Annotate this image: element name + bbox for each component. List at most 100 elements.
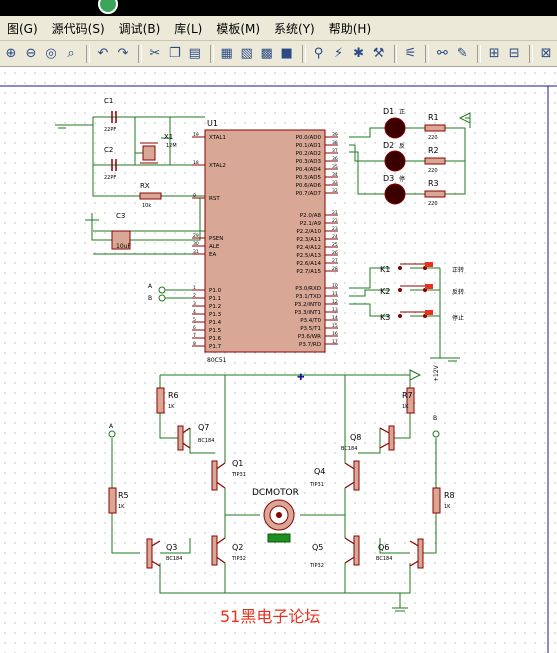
menu-item-source[interactable]: 源代码(S) bbox=[45, 20, 112, 37]
zoom-out-icon[interactable]: ⊖ bbox=[22, 44, 40, 63]
package-tool-icon[interactable]: ✱ bbox=[350, 44, 368, 63]
button-k2[interactable] bbox=[398, 284, 433, 292]
netlist-icon[interactable]: ⊠ bbox=[537, 44, 555, 63]
menu-item-library[interactable]: 库(L) bbox=[167, 20, 209, 37]
u1-pin-name-right: P3.1/TXD bbox=[296, 294, 321, 300]
u1-pin-num-right: 22 bbox=[332, 218, 338, 224]
r3-value: 220 bbox=[428, 201, 438, 207]
u1-pin-name-right: P0.5/AD5 bbox=[296, 175, 322, 181]
d1-note: 正 bbox=[399, 109, 405, 116]
transistor-q6[interactable] bbox=[417, 538, 424, 569]
u1-pin-name-right: P3.2/INT0 bbox=[294, 302, 321, 308]
menu-item-help[interactable]: 帮助(H) bbox=[322, 20, 378, 37]
decompose-icon[interactable]: ⚒ bbox=[370, 44, 388, 63]
button-k1[interactable] bbox=[398, 262, 433, 270]
button-k3[interactable] bbox=[398, 310, 433, 318]
redo-icon[interactable]: ↷ bbox=[114, 44, 132, 63]
transistor-q8[interactable] bbox=[388, 425, 395, 451]
u1-ref: U1 bbox=[207, 119, 218, 128]
undo-icon[interactable]: ↶ bbox=[94, 44, 112, 63]
cut-icon[interactable]: ✂ bbox=[146, 44, 164, 63]
r5-ref: R5 bbox=[118, 491, 129, 500]
watermark-text: 51黑电子论坛 bbox=[220, 607, 320, 626]
remove-sheet-icon[interactable]: ⊟ bbox=[505, 44, 523, 63]
u1-pin-name-right: P2.4/A12 bbox=[296, 245, 321, 251]
net-b-terminal[interactable] bbox=[158, 294, 166, 302]
x1-ref: X1 bbox=[164, 133, 173, 141]
c3-value: 10uF bbox=[116, 243, 131, 250]
net-a-terminal[interactable] bbox=[158, 286, 166, 294]
resistor-rx[interactable] bbox=[139, 192, 162, 200]
toolbar-separator bbox=[393, 44, 398, 63]
resistor-r6[interactable] bbox=[156, 387, 165, 414]
led-d2[interactable] bbox=[384, 150, 406, 172]
u1-pin-num-right: 37 bbox=[332, 148, 338, 154]
transistor-q7[interactable] bbox=[177, 425, 184, 451]
u1-pin-num-right: 28 bbox=[332, 266, 338, 272]
search-icon[interactable]: ⚯ bbox=[433, 44, 451, 63]
resistor-r1[interactable] bbox=[424, 124, 446, 132]
u1-pin-num-right: 16 bbox=[332, 331, 338, 337]
u1-pin-name-right: P0.1/AD1 bbox=[296, 143, 321, 149]
block-rotate-icon[interactable]: ▩ bbox=[258, 44, 276, 63]
u1-pin-name-right: P3.7/RD bbox=[299, 342, 321, 348]
u1-pin-name-right: P0.4/AD4 bbox=[296, 167, 322, 173]
transistor-q5[interactable] bbox=[353, 535, 360, 566]
menu-item-system[interactable]: 系统(Y) bbox=[267, 20, 322, 37]
resistor-r3[interactable] bbox=[424, 190, 446, 198]
d1-ref: D1 bbox=[383, 107, 394, 116]
zoom-in-icon[interactable]: ⊕ bbox=[2, 44, 20, 63]
pick-device-icon[interactable]: ⚲ bbox=[310, 44, 328, 63]
u1-pin-num-left: 3 bbox=[193, 301, 196, 307]
block-move-icon[interactable]: ▧ bbox=[238, 44, 256, 63]
crystal-x1[interactable] bbox=[142, 145, 156, 161]
rx-ref: RX bbox=[140, 182, 150, 190]
make-device-icon[interactable]: ⚡ bbox=[330, 44, 348, 63]
wire-autoroute-icon[interactable]: ⚟ bbox=[401, 44, 419, 63]
toolbar-separator bbox=[86, 44, 90, 63]
u1-pin-name-right: P0.2/AD2 bbox=[296, 151, 321, 157]
r6-ref: R6 bbox=[168, 391, 179, 400]
menu-item-view[interactable]: 图(G) bbox=[0, 20, 45, 37]
r2-value: 220 bbox=[428, 168, 438, 174]
dc-motor[interactable] bbox=[263, 499, 295, 543]
u1-pin-num-left: 18 bbox=[193, 160, 199, 166]
r8-ref: R8 bbox=[444, 491, 455, 500]
u1-pin-name-right: P2.7/A15 bbox=[296, 269, 321, 275]
block-copy-icon[interactable]: ▦ bbox=[218, 44, 236, 63]
u1-pin-num-right: 14 bbox=[332, 315, 338, 321]
c1-value: 22PF bbox=[104, 127, 116, 133]
bridge-b-terminal[interactable] bbox=[432, 430, 440, 438]
rx-value: 10k bbox=[142, 203, 151, 209]
u1-pin-num-right: 21 bbox=[332, 210, 338, 216]
transistor-q4[interactable] bbox=[353, 460, 360, 491]
resistor-r8[interactable] bbox=[432, 487, 441, 514]
led-d1[interactable] bbox=[384, 117, 406, 139]
resistor-r5[interactable] bbox=[108, 487, 117, 514]
menu-item-template[interactable]: 模板(M) bbox=[209, 20, 267, 37]
bridge-a-terminal[interactable] bbox=[108, 430, 116, 438]
menu-item-debug[interactable]: 调试(B) bbox=[112, 20, 168, 37]
transistor-q2[interactable] bbox=[211, 535, 218, 566]
u1-pin-name-right: P2.1/A9 bbox=[300, 221, 322, 227]
led-d3[interactable] bbox=[384, 183, 406, 205]
zoom-fit-icon[interactable]: ◎ bbox=[42, 44, 60, 63]
q3-ref: Q3 bbox=[166, 543, 177, 552]
toolbar-separator bbox=[477, 44, 482, 63]
new-sheet-icon[interactable]: ⊞ bbox=[485, 44, 503, 63]
u1-pin-num-right: 25 bbox=[332, 242, 338, 248]
property-assign-icon[interactable]: ✎ bbox=[453, 44, 471, 63]
k3-note: 停止 bbox=[452, 314, 464, 322]
u1-pin-name-left: P1.1 bbox=[209, 296, 221, 302]
schematic-canvas[interactable]: XTAL1 19 XTAL2 18 RST 9 PSEN 29 ALE 30 EA 31 P1.0 1 P1… bbox=[0, 68, 557, 653]
toolbar-separator bbox=[301, 44, 306, 63]
resistor-r2[interactable] bbox=[424, 157, 446, 165]
copy-icon[interactable]: ❐ bbox=[166, 44, 184, 63]
u1-pin-name-left: ALE bbox=[209, 244, 220, 250]
paste-icon[interactable]: ▤ bbox=[186, 44, 204, 63]
u1-pin-num-right: 35 bbox=[332, 164, 338, 170]
zoom-area-icon[interactable]: ⌕ bbox=[62, 44, 80, 63]
transistor-q3[interactable] bbox=[146, 538, 153, 569]
block-delete-icon[interactable]: ■ bbox=[278, 44, 296, 63]
transistor-q1[interactable] bbox=[211, 460, 218, 491]
